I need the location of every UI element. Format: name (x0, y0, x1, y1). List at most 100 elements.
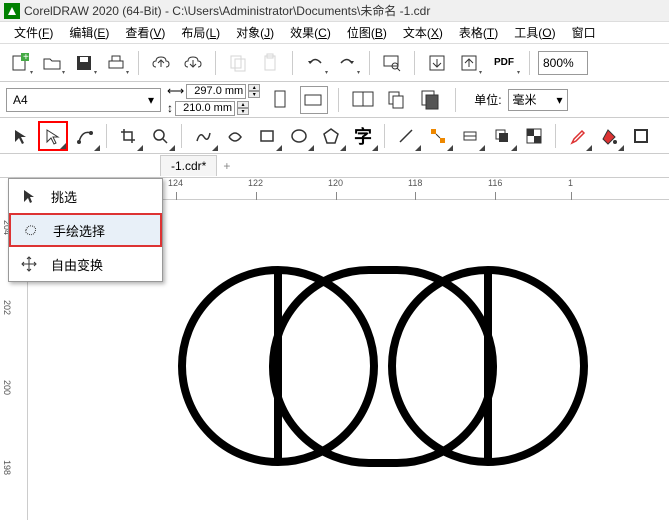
tab-add-button[interactable]: + (217, 156, 236, 176)
menu-file[interactable]: 文件(F) (6, 22, 61, 43)
titlebar-app: CorelDRAW 2020 (64-Bit) (24, 4, 162, 18)
menu-object[interactable]: 对象(J) (228, 22, 282, 43)
freehand-pick-tool[interactable] (38, 121, 68, 151)
height-icon: ↕ (167, 101, 173, 115)
standard-toolbar: +▾ ▾ ▾ ▾ ▾ ▾ ▾ PDF▾ (0, 44, 669, 82)
menu-text[interactable]: 文本(X) (395, 22, 451, 43)
toolbar-separator (384, 124, 385, 148)
freehand-tool[interactable] (188, 121, 218, 151)
free-transform-icon (19, 254, 39, 274)
paste-button[interactable] (256, 49, 284, 77)
new-button[interactable]: +▾ (6, 49, 34, 77)
width-input[interactable] (186, 84, 246, 99)
toolbar-separator (414, 51, 415, 75)
toolbar-separator (369, 51, 370, 75)
menu-layout[interactable]: 布局(L) (173, 22, 228, 43)
portrait-button[interactable] (266, 86, 294, 114)
height-input[interactable] (175, 101, 235, 116)
import-button[interactable] (423, 49, 451, 77)
pick-tool-flyout: 挑选 手绘选择 自由变换 (8, 178, 163, 282)
open-button[interactable]: ▾ (38, 49, 66, 77)
ruler-tick: 120 (328, 178, 343, 188)
toolbar-separator (138, 51, 139, 75)
pattern-tool[interactable] (519, 121, 549, 151)
ruler-tick: 116 (488, 178, 502, 188)
menu-bitmap[interactable]: 位图(B) (339, 22, 395, 43)
freehand-pick-icon (21, 220, 41, 240)
menubar: 文件(F) 编辑(E) 查看(V) 布局(L) 对象(J) 效果(C) 位图(B… (0, 22, 669, 44)
bezier-tool[interactable] (220, 121, 250, 151)
ruler-tick: 198 (2, 460, 12, 475)
toolbox: 字 (0, 118, 669, 154)
units-label: 单位: (474, 91, 501, 108)
shape-tool[interactable] (70, 121, 100, 151)
popup-freehand-pick[interactable]: 手绘选择 (9, 213, 162, 247)
connector-tool[interactable] (423, 121, 453, 151)
titlebar-path: C:\Users\Administrator\Documents\未命名 -1.… (172, 2, 430, 19)
export-button[interactable]: ▾ (455, 49, 483, 77)
document-tabs: -1.cdr* + (0, 154, 669, 178)
menu-table[interactable]: 表格(T) (451, 22, 506, 43)
popup-free-transform[interactable]: 自由变换 (9, 247, 162, 281)
ellipse-tool[interactable] (284, 121, 314, 151)
ruler-tick: 202 (2, 300, 12, 315)
menu-effects[interactable]: 效果(C) (282, 22, 339, 43)
ruler-tick: 118 (408, 178, 422, 188)
drawing-shape (168, 260, 608, 480)
cloud-down-button[interactable] (179, 49, 207, 77)
text-tool[interactable]: 字 (348, 121, 378, 151)
height-down[interactable]: ▾ (237, 108, 249, 115)
pages-icon[interactable] (349, 86, 377, 114)
menu-edit[interactable]: 编辑(E) (61, 22, 117, 43)
menu-window[interactable]: 窗口 (564, 22, 604, 43)
redo-button[interactable]: ▾ (333, 49, 361, 77)
width-up[interactable]: ▴ (248, 84, 260, 91)
polygon-tool[interactable] (316, 121, 346, 151)
dimension-tool[interactable] (455, 121, 485, 151)
popup-freehand-label: 手绘选择 (53, 221, 105, 240)
arrow-icon (19, 186, 39, 206)
undo-button[interactable]: ▾ (301, 49, 329, 77)
zoom-input[interactable] (538, 51, 588, 75)
height-up[interactable]: ▴ (237, 101, 249, 108)
toolbar-separator (338, 88, 339, 112)
tab-current[interactable]: -1.cdr* (160, 155, 217, 176)
toolbar-separator (181, 124, 182, 148)
crop-tool[interactable] (113, 121, 143, 151)
svg-text:+: + (23, 53, 29, 63)
toolbar-separator (555, 124, 556, 148)
eyedropper-tool[interactable] (562, 121, 592, 151)
landscape-button[interactable] (300, 86, 328, 114)
search-button[interactable] (378, 49, 406, 77)
property-bar: A4▾ ⟷ ▴▾ ↕ ▴▾ 单位: 毫米▾ (0, 82, 669, 118)
pick-tool[interactable] (6, 121, 36, 151)
rectangle-tool[interactable] (252, 121, 282, 151)
toolbar-separator (106, 124, 107, 148)
copy-button[interactable] (224, 49, 252, 77)
width-down[interactable]: ▾ (248, 91, 260, 98)
ruler-tick: 1 (568, 178, 573, 188)
page-shadow-icon[interactable] (417, 86, 445, 114)
ruler-tick: 122 (248, 178, 263, 188)
zoom-tool[interactable] (145, 121, 175, 151)
dimensions-group: ⟷ ▴▾ ↕ ▴▾ (167, 84, 260, 116)
pdf-button[interactable]: PDF▾ (487, 49, 521, 77)
titlebar-sep: - (162, 4, 173, 18)
menu-tools[interactable]: 工具(O) (506, 22, 563, 43)
units-select[interactable]: 毫米▾ (508, 89, 568, 111)
print-button[interactable]: ▾ (102, 49, 130, 77)
outline-tool[interactable] (626, 121, 656, 151)
cloud-up-button[interactable] (147, 49, 175, 77)
save-button[interactable]: ▾ (70, 49, 98, 77)
line-tool[interactable] (391, 121, 421, 151)
menu-view[interactable]: 查看(V) (117, 22, 173, 43)
titlebar: CorelDRAW 2020 (64-Bit) - C:\Users\Admin… (0, 0, 669, 22)
toolbar-separator (529, 51, 530, 75)
popup-transform-label: 自由变换 (51, 255, 103, 274)
popup-pick[interactable]: 挑选 (9, 179, 162, 213)
page-size-select[interactable]: A4▾ (6, 88, 161, 112)
page-layers-icon[interactable] (383, 86, 411, 114)
shadow-tool[interactable] (487, 121, 517, 151)
app-icon (4, 3, 20, 19)
fill-tool[interactable] (594, 121, 624, 151)
